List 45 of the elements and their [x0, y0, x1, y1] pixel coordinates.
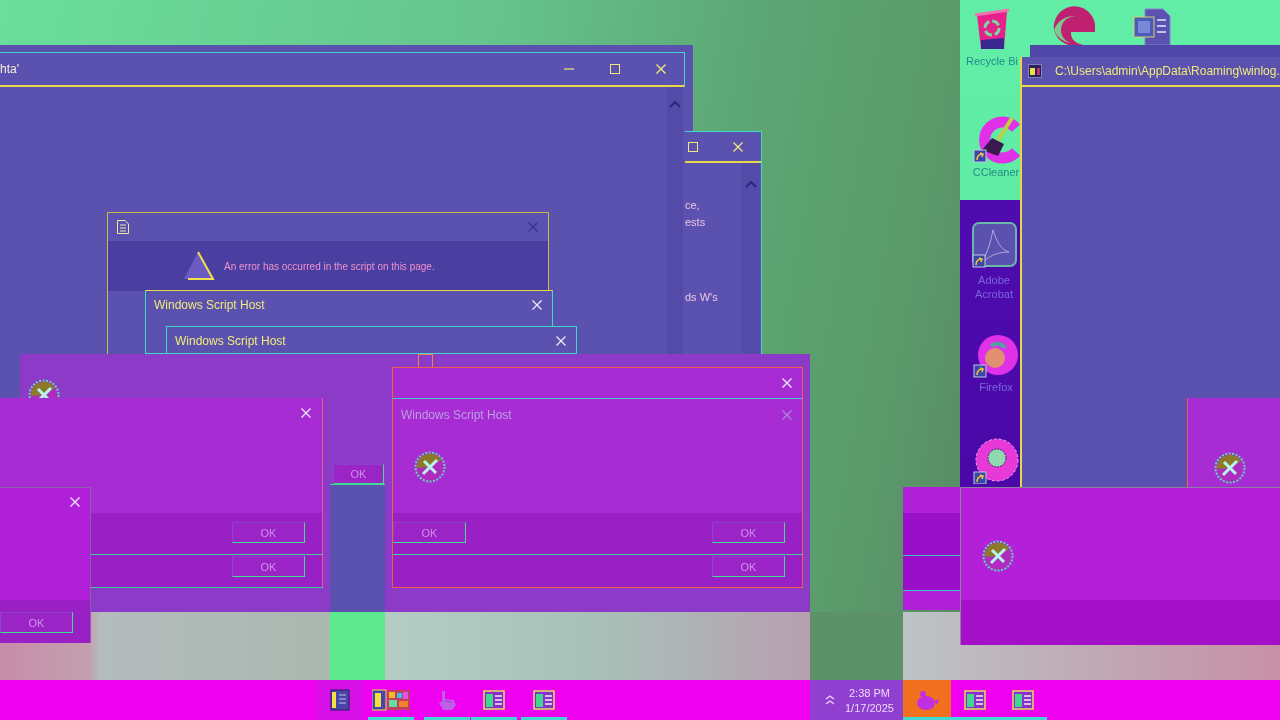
picture-icon[interactable] [372, 689, 410, 711]
text-fragment: ce, [685, 199, 701, 211]
clock-time[interactable]: 2:38 PM [849, 686, 890, 699]
crossed-tools-icon [414, 451, 446, 483]
ok-button[interactable]: OK [712, 522, 785, 543]
text-fragment: ds W's [685, 291, 719, 303]
error-message: An error has occurred in the script on this page. [224, 260, 435, 272]
document-icon[interactable] [1133, 8, 1171, 46]
document-app-icon[interactable] [971, 222, 1017, 268]
ok-button[interactable]: OK [232, 556, 305, 577]
maximize-icon[interactable] [610, 64, 620, 74]
document-icon[interactable] [330, 689, 350, 711]
crossed-tools-icon [982, 540, 1014, 572]
warning-icon [183, 251, 215, 281]
icon-label[interactable]: CCleaner [972, 165, 1020, 179]
window-title: hta' [0, 62, 20, 76]
tray-arrows-icon[interactable] [825, 695, 835, 705]
ok-button[interactable]: OK [333, 464, 384, 484]
document-icon [117, 220, 129, 234]
dialog-title: Windows Script Host [154, 297, 265, 312]
globe-icon[interactable] [973, 332, 1019, 378]
maximize-icon[interactable] [688, 141, 698, 152]
ok-button[interactable]: OK [393, 522, 466, 543]
window-icon[interactable] [1012, 690, 1034, 710]
window-title: C:\Users\admin\AppData\Roaming\winlog. [1055, 64, 1280, 78]
window-icon[interactable] [964, 690, 986, 710]
window-icon[interactable] [483, 690, 505, 710]
recycle-bin-icon[interactable] [973, 8, 1011, 50]
wave-swirl-icon[interactable] [1051, 4, 1097, 48]
window-icon[interactable] [533, 690, 555, 710]
icon-label[interactable]: Adobe Acrobat [968, 273, 1020, 301]
disc-icon[interactable] [973, 438, 1019, 484]
text-fragment: ests [685, 216, 707, 228]
icon-label[interactable]: Recycle Bi [966, 54, 1018, 68]
console-icon [1028, 64, 1042, 78]
dialog-title: Windows Script Host [401, 407, 512, 422]
ok-button[interactable]: OK [0, 612, 73, 633]
taskbar-button[interactable] [317, 680, 363, 720]
crossed-tools-icon [1214, 452, 1246, 484]
ok-button[interactable]: OK [712, 556, 785, 577]
icon-label[interactable]: Firefox [979, 380, 1013, 394]
ok-button[interactable]: OK [232, 522, 305, 543]
dialog-title: Windows Script Host [175, 333, 286, 348]
brush-icon[interactable] [972, 114, 1020, 164]
clock-date[interactable]: 1/17/2025 [845, 701, 894, 714]
